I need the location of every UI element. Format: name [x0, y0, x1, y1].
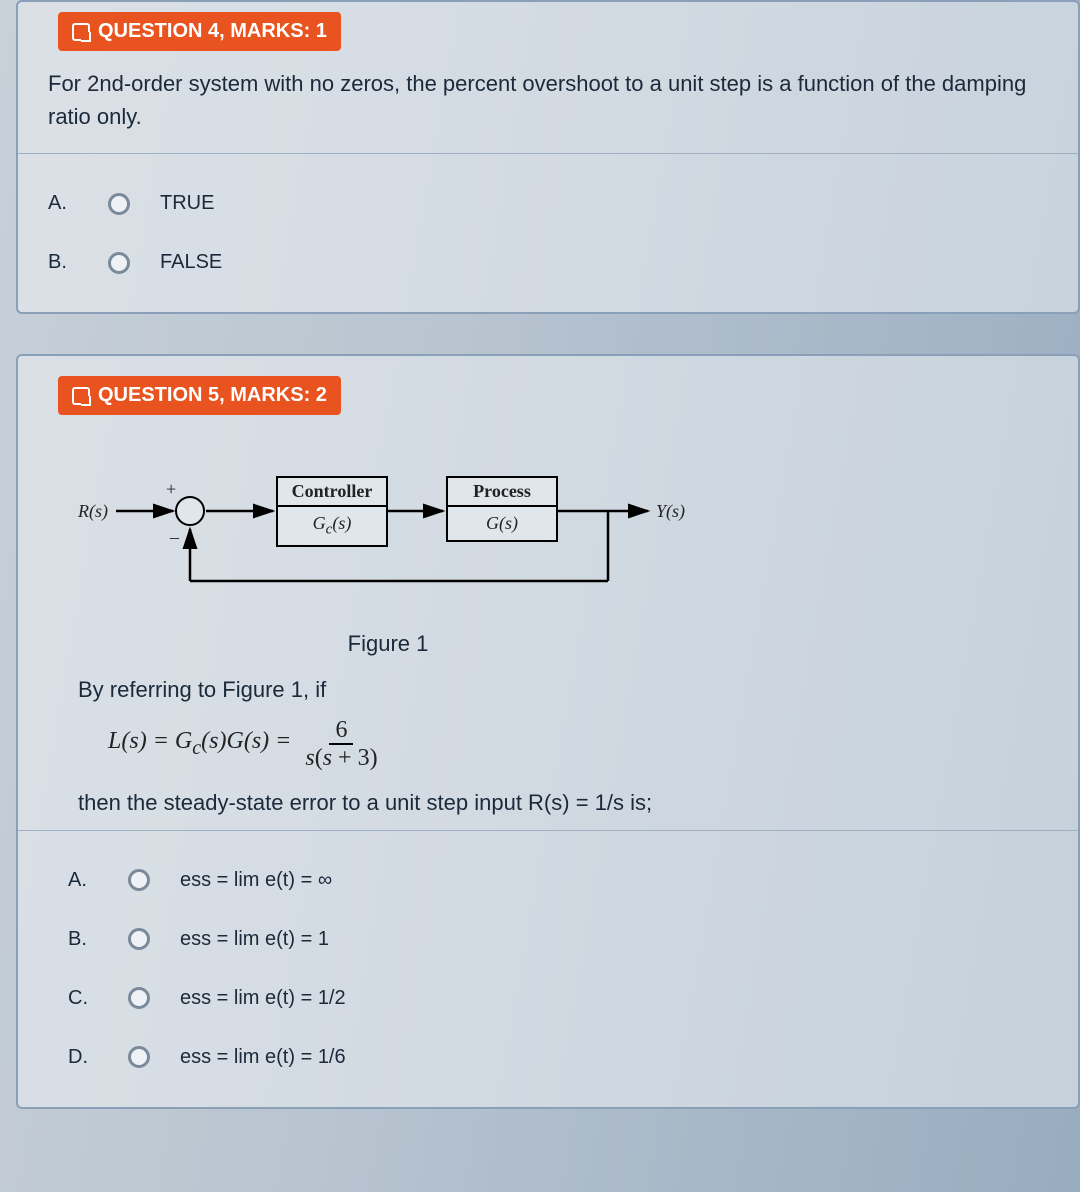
option-letter: A. [68, 869, 98, 892]
option-letter: B. [68, 928, 98, 951]
note-icon [72, 387, 90, 405]
option-label: TRUE [160, 192, 214, 215]
option-q4-a[interactable]: A. TRUE [48, 174, 1048, 233]
formula-denominator: s(s + 3) [299, 745, 383, 771]
note-icon [72, 23, 90, 41]
radio-icon[interactable] [108, 193, 130, 215]
option-letter: C. [68, 987, 98, 1010]
question-4-badge: QUESTION 4, MARKS: 1 [58, 12, 341, 51]
radio-icon[interactable] [128, 1046, 150, 1068]
question-5-options: A. ess = lim e(t) = ∞ B. ess = lim e(t) … [68, 851, 1048, 1087]
question-5-badge: QUESTION 5, MARKS: 2 [58, 376, 341, 415]
option-letter: A. [48, 192, 78, 215]
figure-caption: Figure 1 [78, 631, 698, 657]
question-4-badge-text: QUESTION 4, MARKS: 1 [98, 20, 327, 43]
question-4-options: A. TRUE B. FALSE [48, 174, 1048, 292]
diagram-input-label: R(s) [78, 501, 108, 522]
radio-icon[interactable] [128, 928, 150, 950]
option-q5-c[interactable]: C. ess = lim e(t) = 1/2 [68, 969, 1048, 1028]
controller-body: Gc(s) [278, 507, 386, 545]
radio-icon[interactable] [108, 252, 130, 274]
question-4-card: QUESTION 4, MARKS: 1 For 2nd-order syste… [16, 0, 1080, 314]
option-q5-a[interactable]: A. ess = lim e(t) = ∞ [68, 851, 1048, 910]
summing-minus: – [170, 527, 179, 548]
loop-transfer-formula: L(s) = Gc(s)G(s) = 6 s(s + 3) [108, 717, 1018, 772]
process-body: G(s) [448, 507, 556, 540]
question-5-followup: then the steady-state error to a unit st… [78, 790, 1018, 816]
formula-numerator: 6 [329, 717, 353, 745]
option-label: ess = lim e(t) = 1 [180, 928, 329, 951]
process-header: Process [448, 478, 556, 507]
question-4-text: For 2nd-order system with no zeros, the … [48, 67, 1048, 133]
radio-icon[interactable] [128, 987, 150, 1009]
question-5-intro: By referring to Figure 1, if [78, 677, 1018, 703]
formula-fraction: 6 s(s + 3) [299, 717, 383, 772]
option-label: ess = lim e(t) = 1/2 [180, 987, 346, 1010]
question-5-badge-text: QUESTION 5, MARKS: 2 [98, 384, 327, 407]
process-block: Process G(s) [446, 476, 558, 542]
radio-icon[interactable] [128, 869, 150, 891]
divider [18, 830, 1078, 831]
controller-block: Controller Gc(s) [276, 476, 388, 547]
option-q5-b[interactable]: B. ess = lim e(t) = 1 [68, 910, 1048, 969]
option-label: FALSE [160, 251, 222, 274]
summing-plus: + [166, 479, 176, 500]
option-letter: D. [68, 1046, 98, 1069]
summing-junction-icon [175, 496, 205, 526]
option-q4-b[interactable]: B. FALSE [48, 233, 1048, 292]
question-5-card: QUESTION 5, MARKS: 2 [16, 354, 1080, 1109]
option-label: ess = lim e(t) = 1/6 [180, 1046, 346, 1069]
option-q5-d[interactable]: D. ess = lim e(t) = 1/6 [68, 1028, 1048, 1087]
option-label: ess = lim e(t) = ∞ [180, 869, 332, 892]
formula-lhs: L(s) = Gc(s)G(s) = [108, 728, 291, 760]
controller-header: Controller [278, 478, 386, 507]
block-diagram: R(s) + – Controller Gc(s) Process G(s) Y… [78, 441, 1018, 621]
divider [18, 153, 1078, 154]
option-letter: B. [48, 251, 78, 274]
diagram-output-label: Y(s) [656, 501, 685, 522]
